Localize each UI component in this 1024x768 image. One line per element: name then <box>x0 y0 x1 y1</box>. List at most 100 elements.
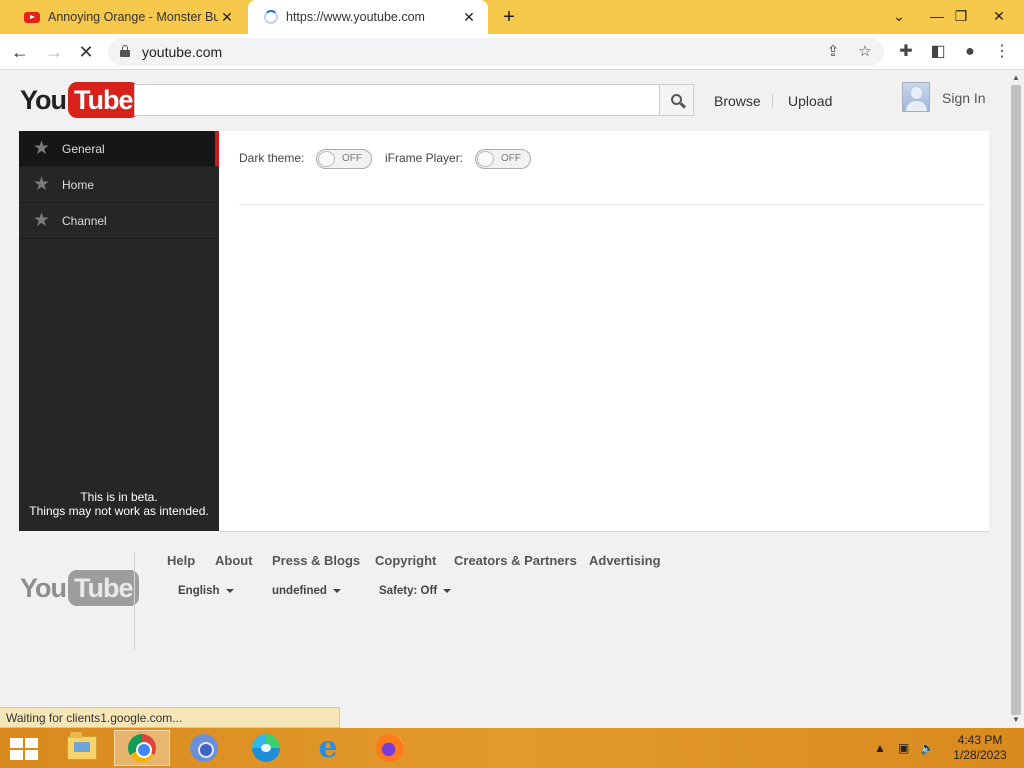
share-icon[interactable]: ⇪ <box>822 41 844 63</box>
bookmark-star-icon[interactable]: ☆ <box>854 41 876 63</box>
browse-link[interactable]: Browse <box>714 93 761 109</box>
tab-title: Annoying Orange - Monster Burp <box>48 10 218 24</box>
page-scrollbar[interactable]: ▲ ▼ <box>1008 71 1024 727</box>
scroll-up-arrow-icon[interactable]: ▲ <box>1008 71 1024 85</box>
clock-date: 1/28/2023 <box>953 748 1007 762</box>
youtube-logo[interactable]: You Tube <box>20 82 139 118</box>
tab-youtube[interactable]: https://www.youtube.com ✕ <box>248 0 488 34</box>
tab-close-icon[interactable]: ✕ <box>460 8 478 26</box>
address-bar[interactable]: youtube.com ⇪ ☆ <box>108 38 884 66</box>
footer-link-about[interactable]: About <box>215 553 253 568</box>
star-icon: ★ <box>33 137 51 159</box>
footer-link-creators-partners[interactable]: Creators & Partners <box>454 553 577 568</box>
edge-icon <box>252 734 280 762</box>
logo-you-text: You <box>20 572 67 603</box>
tab-search-chevron-icon[interactable]: ⌄ <box>884 4 914 28</box>
loading-spinner-icon <box>264 10 278 24</box>
header-separator <box>772 94 773 108</box>
toggle-knob <box>318 151 335 167</box>
toggle-knob <box>477 151 494 167</box>
dropdown-caret-icon <box>225 588 234 593</box>
close-window-button[interactable]: ✕ <box>984 4 1014 28</box>
logo-tube-text: Tube <box>68 570 139 606</box>
restore-button[interactable]: ❐ <box>946 4 976 28</box>
firefox-icon <box>376 734 404 762</box>
taskbar-chromium[interactable] <box>176 730 232 766</box>
stop-loading-icon[interactable]: ✕ <box>74 40 98 64</box>
tab-title: https://www.youtube.com <box>286 10 425 24</box>
search-button[interactable] <box>659 84 694 116</box>
beta-notice: This is in beta. Things may not work as … <box>19 490 219 518</box>
dark-theme-toggle[interactable]: OFF <box>316 149 372 169</box>
clock-time: 4:43 PM <box>957 733 1003 747</box>
back-arrow-icon[interactable]: ← <box>8 40 32 64</box>
windows-taskbar: e ▲ ▣ 🔈 4:43 PM 1/28/2023 <box>0 728 1024 768</box>
safety-picker[interactable]: Safety: Off <box>379 585 452 597</box>
footer-youtube-logo[interactable]: You Tube <box>20 570 139 606</box>
chromium-icon <box>190 734 218 762</box>
footer-link-help[interactable]: Help <box>167 553 195 568</box>
new-tab-button[interactable]: + <box>498 6 520 28</box>
taskbar-file-explorer[interactable] <box>54 730 110 766</box>
internet-explorer-icon: e <box>318 730 338 765</box>
taskbar-firefox[interactable] <box>362 730 418 766</box>
footer-divider <box>134 552 135 650</box>
chrome-icon <box>128 734 156 762</box>
user-avatar-icon[interactable] <box>902 82 930 112</box>
taskbar-internet-explorer[interactable]: e <box>300 730 356 766</box>
side-panel-icon[interactable]: ◧ <box>926 40 950 64</box>
language-value: English <box>178 585 220 597</box>
iframe-player-toggle[interactable]: OFF <box>475 149 531 169</box>
file-explorer-icon <box>67 732 97 760</box>
language-picker[interactable]: English <box>178 585 234 597</box>
iframe-player-label: iFrame Player: <box>385 151 464 165</box>
scroll-thumb[interactable] <box>1011 85 1021 715</box>
dark-theme-label: Dark theme: <box>239 151 305 165</box>
settings-sidebar: ★ General ★ Home ★ Channel This is in be… <box>19 131 219 531</box>
sidebar-item-general[interactable]: ★ General <box>19 131 219 167</box>
browser-tab-strip: Annoying Orange - Monster Burp ✕ https:/… <box>0 0 1024 34</box>
youtube-favicon-icon <box>24 11 40 23</box>
star-icon: ★ <box>33 173 51 195</box>
sidebar-item-label: Channel <box>62 213 107 228</box>
volume-icon[interactable]: 🔈 <box>920 728 935 768</box>
sidebar-item-label: Home <box>62 177 95 192</box>
divider <box>239 204 985 205</box>
scroll-down-arrow-icon[interactable]: ▼ <box>1008 713 1024 727</box>
sidebar-item-label: General <box>62 141 105 156</box>
logo-tube-text: Tube <box>68 82 139 118</box>
tab-annoying-orange[interactable]: Annoying Orange - Monster Burp ✕ <box>8 0 246 34</box>
beta-line-2: Things may not work as intended. <box>29 504 209 518</box>
toggle-state: OFF <box>342 153 362 164</box>
profile-avatar-icon[interactable]: ● <box>958 40 982 64</box>
taskbar-chrome[interactable] <box>114 730 170 766</box>
sidebar-item-home[interactable]: ★ Home <box>19 167 219 203</box>
tab-close-icon[interactable]: ✕ <box>218 8 236 26</box>
location-picker[interactable]: undefined <box>272 585 341 597</box>
network-icon[interactable]: ▣ <box>898 728 909 768</box>
search-input[interactable] <box>134 84 660 116</box>
browser-toolbar: ← → ✕ youtube.com ⇪ ☆ ✚ ◧ ● ⋮ <box>0 34 1024 70</box>
extensions-puzzle-icon[interactable]: ✚ <box>894 40 918 64</box>
settings-panel: Dark theme: OFF iFrame Player: OFF <box>219 131 989 531</box>
divider <box>219 531 989 532</box>
sign-in-link[interactable]: Sign In <box>942 90 986 106</box>
dropdown-caret-icon <box>332 588 341 593</box>
footer-link-advertising[interactable]: Advertising <box>589 553 661 568</box>
star-icon: ★ <box>33 209 51 231</box>
footer-link-copyright[interactable]: Copyright <box>375 553 436 568</box>
taskbar-edge[interactable] <box>238 730 294 766</box>
taskbar-clock[interactable]: 4:43 PM 1/28/2023 <box>944 733 1016 763</box>
safety-value: Safety: Off <box>379 585 438 597</box>
forward-arrow-icon[interactable]: → <box>42 40 66 64</box>
upload-link[interactable]: Upload <box>788 93 832 109</box>
beta-line-1: This is in beta. <box>80 490 158 504</box>
tray-show-hidden-icon[interactable]: ▲ <box>874 728 886 768</box>
lock-icon[interactable] <box>120 45 130 57</box>
windows-start-icon[interactable] <box>10 738 38 760</box>
status-bubble: Waiting for clients1.google.com... <box>0 707 340 728</box>
footer-link-press-blogs[interactable]: Press & Blogs <box>272 553 360 568</box>
browser-menu-icon[interactable]: ⋮ <box>990 40 1014 64</box>
sidebar-item-channel[interactable]: ★ Channel <box>19 203 219 239</box>
url-text[interactable]: youtube.com <box>142 44 222 60</box>
